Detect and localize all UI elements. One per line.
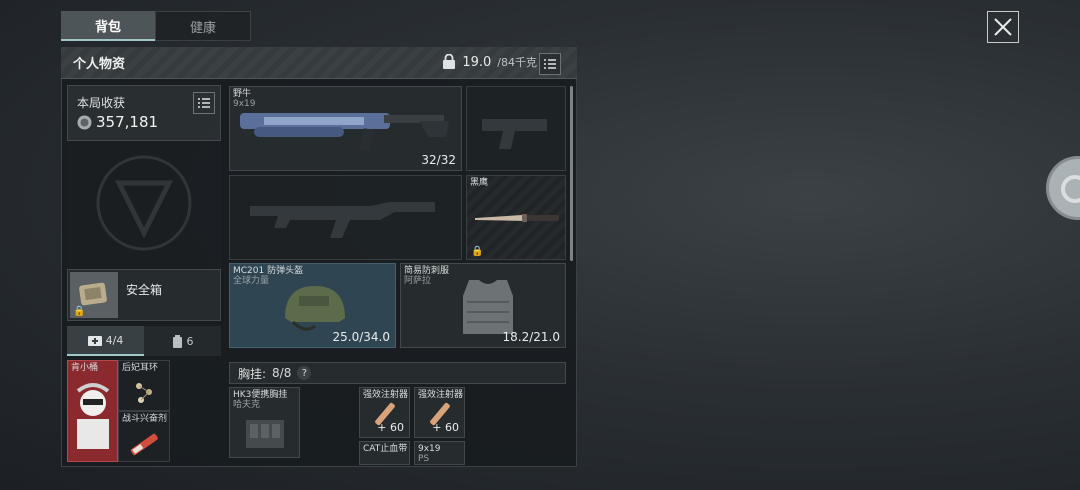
chest-rig-name: HK3便携胸挂 <box>233 390 288 400</box>
item-name: CAT止血带 <box>363 444 408 454</box>
armor-slot[interactable]: 简易防刺服 阿萨拉 18.2/21.0 <box>400 263 566 348</box>
syringe-icon <box>130 433 158 456</box>
side-action-button[interactable] <box>1046 156 1080 220</box>
pistol-silhouette-icon <box>482 119 547 149</box>
medkit-icon <box>87 336 102 346</box>
inventory-tabs: 背包 健康 <box>61 11 251 41</box>
lock-icon: 🔒 <box>73 306 86 317</box>
armor-durability: 18.2/21.0 <box>502 330 560 344</box>
chest-rig-icon <box>246 420 284 448</box>
close-button[interactable] <box>987 11 1019 43</box>
pouch-item-stimulant[interactable]: 战斗兴奋剂 <box>118 411 170 462</box>
weight-lock-icon <box>443 54 456 69</box>
primary-weapon-slot[interactable]: 野牛 9x19 32/32 <box>229 86 462 171</box>
canister-icon <box>172 334 182 348</box>
helmet-icon <box>285 286 345 331</box>
rig-item-injector-2[interactable]: 强效注射器 + 60 <box>414 387 465 438</box>
melee-slot[interactable]: 黑鹰 🔒 <box>466 175 566 260</box>
item-name: 肯小桶 <box>71 363 99 373</box>
pouch-item-earring[interactable]: 后妃耳环 <box>118 360 170 411</box>
weapon-name: 野牛 <box>233 89 252 99</box>
pouch-tab-medical[interactable]: 4/4 <box>67 326 144 356</box>
secondary-weapon-slot[interactable] <box>229 175 462 260</box>
harvest-card: 本局收获 357,181 <box>67 85 221 141</box>
weight-current: 19.0 <box>462 54 492 70</box>
weapon-ammo-count: 32/32 <box>421 153 456 167</box>
list-icon <box>544 59 556 69</box>
pouch-tab-medical-count: 4/4 <box>105 333 124 347</box>
helmet-durability: 25.0/34.0 <box>332 330 390 344</box>
rig-item-ammo[interactable]: 9x19 PS <box>414 441 465 465</box>
harvest-list-button[interactable] <box>193 92 215 114</box>
harvest-value-row: 357,181 <box>77 113 158 131</box>
item-name: 9x19 <box>418 444 441 454</box>
panel-title: 个人物资 <box>73 57 126 72</box>
panel-list-button[interactable] <box>539 53 561 75</box>
tab-backpack[interactable]: 背包 <box>61 11 155 41</box>
rig-item-injector-1[interactable]: 强效注射器 + 60 <box>359 387 410 438</box>
emblem-area <box>67 141 221 269</box>
pistol-slot[interactable] <box>466 86 566 171</box>
rifle-silhouette-icon <box>250 202 435 238</box>
knife-icon <box>475 214 559 222</box>
close-icon <box>994 18 1012 36</box>
tab-health[interactable]: 健康 <box>155 11 251 41</box>
chest-rig-label: 胸挂: <box>238 366 267 381</box>
item-count: + 60 <box>432 421 459 434</box>
dial-icon <box>1061 175 1080 203</box>
pouch-tab-storage-count: 6 <box>186 334 194 348</box>
harvest-value: 357,181 <box>96 113 159 131</box>
panel-header: 个人物资 19.0/84千克 <box>61 47 577 79</box>
lock-icon: 🔒 <box>471 246 484 257</box>
list-icon <box>198 98 210 108</box>
safe-box-label: 安全箱 <box>126 283 163 297</box>
faction-emblem-icon <box>96 155 192 251</box>
helmet-slot[interactable]: MC201 防弹头盔 全球力量 25.0/34.0 <box>229 263 396 348</box>
coin-icon <box>77 115 92 129</box>
chest-rig-capacity: 8/8 <box>272 366 292 380</box>
smg-icon <box>240 113 449 152</box>
chest-rig-brand: 哈夫克 <box>233 400 261 410</box>
armor-name: 简易防刺服 <box>404 266 450 276</box>
armor-brand: 阿萨拉 <box>404 276 432 286</box>
pouch-tab-storage[interactable]: 6 <box>144 326 221 356</box>
weight-readout: 19.0/84千克 <box>442 54 537 70</box>
helmet-brand: 全球力量 <box>233 276 270 286</box>
weight-max: /84千克 <box>497 56 537 69</box>
pouch-tabs: 4/4 6 <box>67 326 221 356</box>
safe-box-thumb: 🔒 <box>70 272 118 318</box>
item-sub: PS <box>418 454 430 464</box>
panel-scrollbar[interactable] <box>570 86 573 261</box>
harvest-label: 本局收获 <box>77 96 126 110</box>
helmet-name: MC201 防弹头盔 <box>233 266 304 276</box>
earring-icon <box>136 383 152 403</box>
mascot-figure-icon <box>76 383 110 449</box>
item-count: + 60 <box>377 421 404 434</box>
chest-rig-header: 胸挂: 8/8 ? <box>229 362 566 384</box>
safe-box-slot[interactable]: 🔒 安全箱 <box>67 269 221 321</box>
melee-name: 黑鹰 <box>470 178 489 188</box>
rig-item-tourniquet[interactable]: CAT止血带 <box>359 441 410 465</box>
chest-rig-slot[interactable]: HK3便携胸挂 哈夫克 <box>229 387 300 458</box>
item-name: 战斗兴奋剂 <box>122 414 168 424</box>
chest-rig-help[interactable]: ? <box>297 366 312 380</box>
item-name: 后妃耳环 <box>122 363 159 373</box>
pouch-item-mascot[interactable]: 肯小桶 <box>67 360 118 462</box>
